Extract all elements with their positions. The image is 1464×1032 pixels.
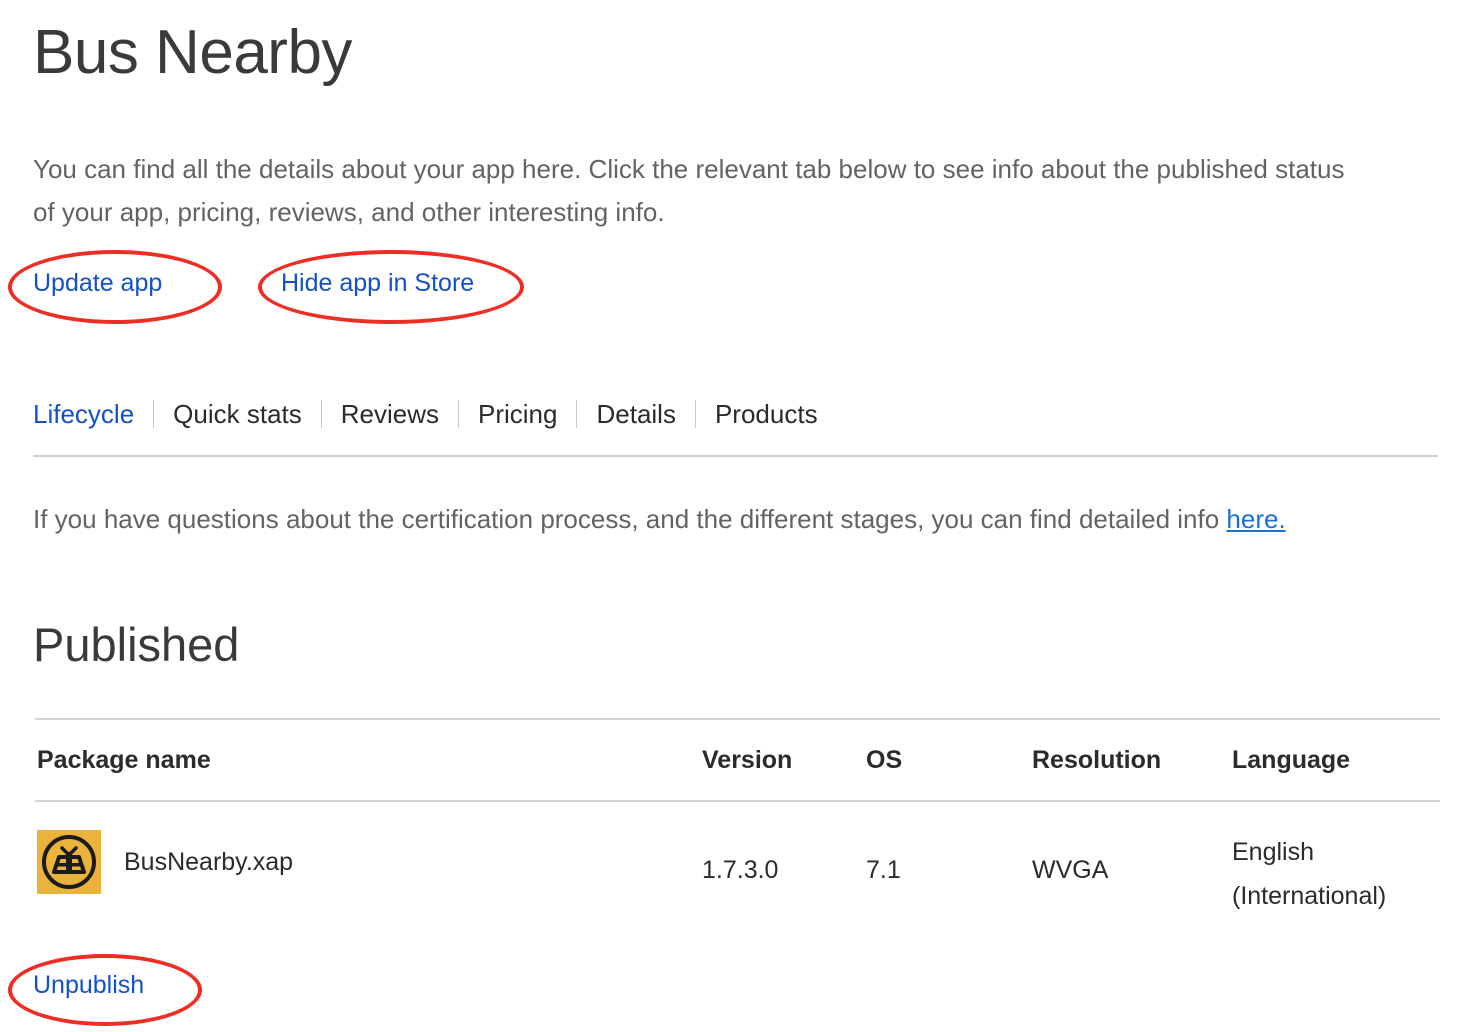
package-language-value: English (International) — [1232, 838, 1387, 910]
table-row: BusNearby.xap 1.7.3.0 7.1 WVGA English (… — [35, 802, 1440, 947]
page-title: Bus Nearby — [33, 18, 352, 87]
package-name-cell: BusNearby.xap — [37, 830, 293, 894]
certification-info: If you have questions about the certific… — [33, 500, 1286, 538]
published-packages-table: Package name Version OS Resolution Langu… — [35, 718, 1440, 947]
tab-details[interactable]: Details — [577, 395, 694, 433]
tab-lifecycle[interactable]: Lifecycle — [33, 395, 153, 433]
column-header-language: Language — [1232, 746, 1351, 774]
certification-info-text: If you have questions about the certific… — [33, 504, 1227, 534]
tab-reviews[interactable]: Reviews — [322, 395, 458, 433]
page-description: You can find all the details about your … — [33, 154, 1345, 227]
column-header-version: Version — [702, 746, 793, 774]
package-os-value: 7.1 — [866, 856, 901, 884]
update-app-link[interactable]: Update app — [33, 266, 162, 300]
tab-bar: Lifecycle Quick stats Reviews Pricing De… — [33, 394, 837, 434]
column-header-resolution: Resolution — [1032, 746, 1162, 774]
package-name-value: BusNearby.xap — [124, 848, 294, 876]
certification-info-here-link[interactable]: here. — [1226, 504, 1285, 534]
hide-app-in-store-link[interactable]: Hide app in Store — [281, 266, 474, 300]
bus-app-icon — [37, 830, 101, 894]
tab-products[interactable]: Products — [696, 395, 837, 433]
package-version-value: 1.7.3.0 — [702, 856, 779, 884]
tab-quick-stats[interactable]: Quick stats — [154, 395, 321, 433]
table-header-row: Package name Version OS Resolution Langu… — [35, 720, 1440, 800]
column-header-package-name: Package name — [37, 746, 211, 774]
unpublish-link[interactable]: Unpublish — [33, 968, 144, 1002]
tab-pricing[interactable]: Pricing — [459, 395, 576, 433]
column-header-os: OS — [866, 746, 903, 774]
tab-bar-divider — [33, 455, 1438, 457]
package-resolution-value: WVGA — [1032, 856, 1109, 884]
published-section-title: Published — [33, 618, 240, 671]
app-details-page: Bus Nearby You can find all the details … — [0, 0, 1464, 1032]
